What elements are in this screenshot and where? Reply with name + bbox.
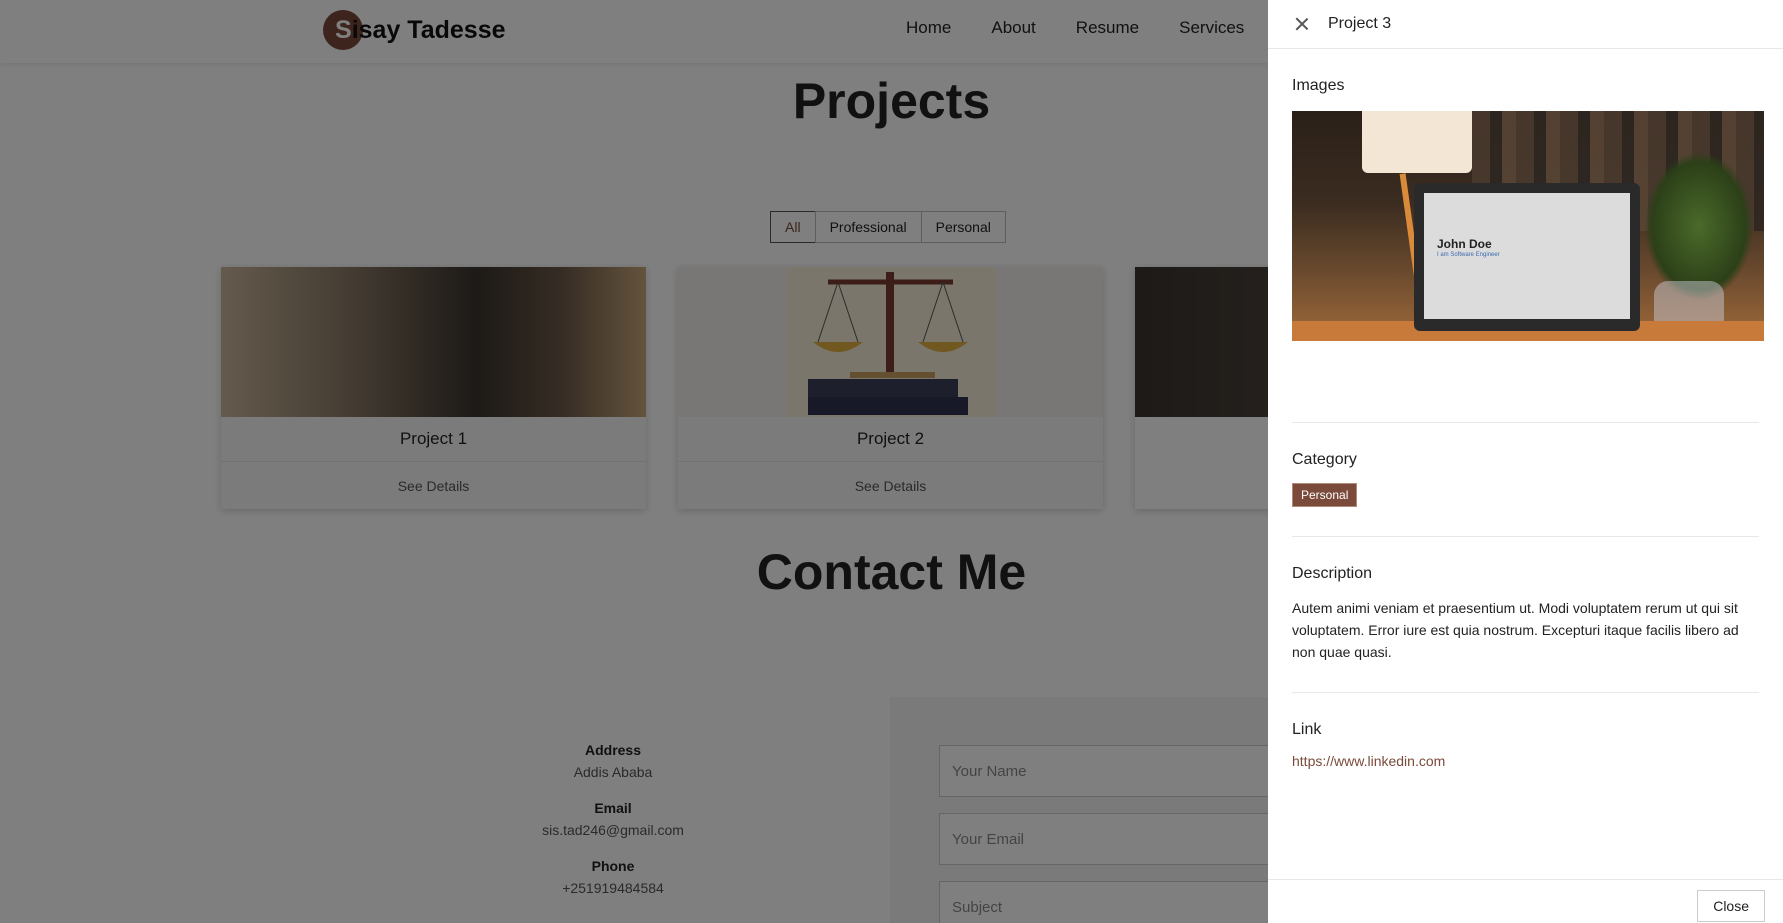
- description-section: Description Autem animi veniam et praese…: [1292, 537, 1759, 693]
- description-heading: Description: [1292, 565, 1373, 582]
- screen-sub-text: I am Software Engineer: [1437, 252, 1500, 258]
- drawer-footer: Close: [1268, 879, 1783, 923]
- images-section: Images John Doe I am Software Engineer: [1292, 49, 1764, 423]
- close-button[interactable]: Close: [1697, 890, 1765, 922]
- category-section: Category Personal: [1292, 423, 1759, 537]
- category-badge: Personal: [1292, 483, 1358, 507]
- project-link[interactable]: https://www.linkedin.com: [1292, 753, 1445, 769]
- description-text: Autem animi veniam et praesentium ut. Mo…: [1292, 600, 1739, 660]
- images-heading: Images: [1292, 77, 1345, 94]
- drawer-header: Project 3: [1268, 0, 1783, 49]
- close-icon[interactable]: [1292, 14, 1312, 34]
- category-heading: Category: [1292, 451, 1357, 468]
- screen-name-text: John Doe: [1437, 237, 1492, 251]
- project-screenshot: John Doe I am Software Engineer: [1292, 111, 1764, 341]
- lamp-graphic: [1362, 111, 1472, 173]
- link-section: Link https://www.linkedin.com: [1292, 693, 1759, 771]
- drawer-title: Project 3: [1328, 15, 1392, 32]
- plant-graphic: [1644, 151, 1754, 301]
- project-details-drawer: Project 3 Images John Doe I am Software …: [1268, 0, 1783, 923]
- link-heading: Link: [1292, 721, 1322, 738]
- drawer-body: Images John Doe I am Software Engineer C…: [1268, 49, 1783, 771]
